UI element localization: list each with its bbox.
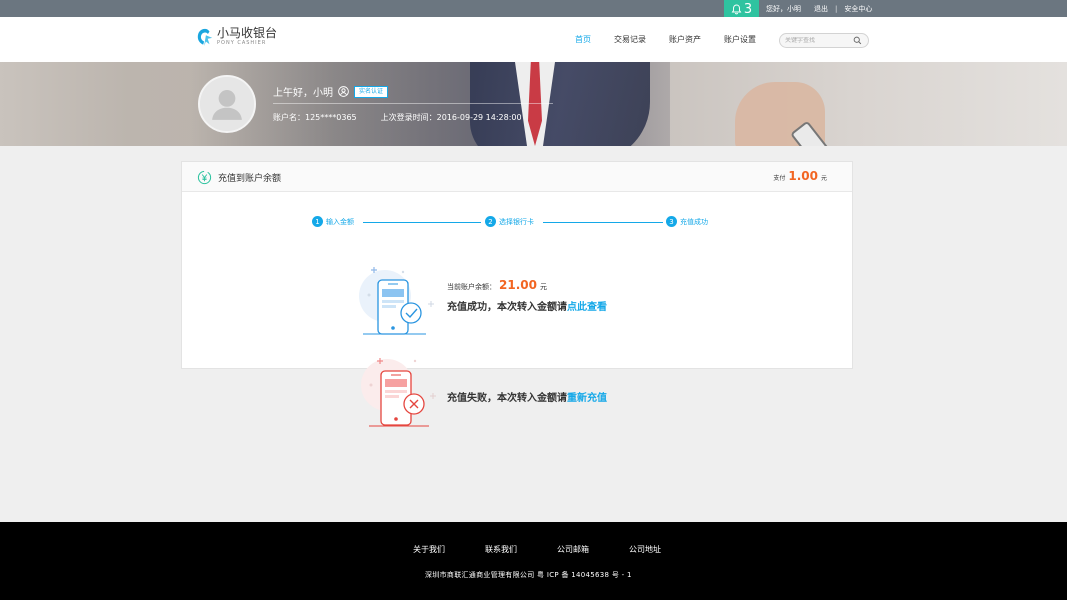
- logo-subtitle: PONY CASHIER: [217, 40, 267, 46]
- step-label: 选择银行卡: [499, 217, 534, 226]
- balance-unit: 元: [539, 283, 547, 291]
- profile-greeting: 上午好，小明 实名认证: [273, 84, 389, 99]
- search-icon[interactable]: [853, 36, 862, 45]
- main-nav: 首页 交易记录 账户资产 账户设置: [575, 17, 779, 62]
- user-greeting: 您好，小明: [766, 4, 801, 13]
- default-avatar-icon: [200, 77, 254, 131]
- logo[interactable]: 小马收银台 PONY CASHIER: [196, 27, 277, 47]
- failure-message-text: 充值失败，本次转入金额请: [447, 393, 567, 404]
- footer-copyright: 深圳市商联汇通商业管理有限公司 粤 ICP 备 14045638 号 - 1: [425, 571, 632, 579]
- pay-amount: 1.00: [788, 169, 818, 183]
- nav-transactions[interactable]: 交易记录: [614, 34, 646, 45]
- yuan-circle-icon: [197, 170, 212, 185]
- security-center-link[interactable]: 安全中心: [844, 4, 872, 14]
- balance-label: 当前账户余额：: [447, 283, 496, 291]
- success-message: 充值成功，本次转入金额请点此查看: [447, 298, 607, 313]
- step-label: 输入金额: [326, 217, 354, 226]
- pony-logo-icon: [197, 28, 213, 46]
- panel-header: 充值到账户余额 支付 1.00 元: [182, 162, 852, 192]
- progress-steps: 1 输入金额 2 选择银行卡 3 充值成功: [312, 216, 712, 229]
- footer-links: 关于我们 联系我们 公司邮箱 公司地址: [413, 544, 661, 555]
- search-box: [779, 33, 869, 48]
- nav-settings[interactable]: 账户设置: [724, 34, 756, 45]
- footer-contact-link[interactable]: 联系我们: [485, 544, 517, 555]
- view-details-link[interactable]: 点此查看: [567, 302, 607, 313]
- balance-amount: 21.00: [499, 278, 537, 292]
- step-number: 1: [312, 216, 323, 227]
- failure-message: 充值失败，本次转入金额请重新充值: [447, 389, 607, 404]
- top-links: 您好，小明 退出 | 安全中心: [766, 0, 872, 17]
- phone-failure-icon: [361, 358, 436, 427]
- panel-title-text: 充值到账户余额: [218, 174, 282, 184]
- last-login: 上次登录时间：2016-09-29 14:28:00: [380, 113, 522, 122]
- account-name: 账户名：125****0365: [273, 113, 357, 122]
- step-1: 1 输入金额: [312, 216, 354, 227]
- success-result: 当前账户余额： 21.00 元 充值成功，本次转入金额请点此查看: [447, 278, 607, 313]
- nav-home[interactable]: 首页: [575, 34, 591, 45]
- logo-title: 小马收银台: [217, 26, 278, 40]
- pay-unit: 元: [820, 175, 827, 182]
- step-connector: [543, 222, 663, 223]
- pay-label: 支付: [773, 175, 786, 182]
- step-number: 2: [485, 216, 496, 227]
- main-header: 小马收银台 PONY CASHIER 首页 交易记录 账户资产 账户设置: [0, 17, 1067, 62]
- footer-about-link[interactable]: 关于我们: [413, 544, 445, 555]
- recharge-again-link[interactable]: 重新充值: [567, 393, 607, 404]
- recharge-panel: 充值到账户余额 支付 1.00 元: [181, 161, 853, 369]
- phone-success-icon: [359, 267, 434, 335]
- pay-summary: 支付 1.00 元: [773, 169, 827, 183]
- profile-divider: [273, 103, 553, 104]
- banner-suit-image: [470, 62, 650, 146]
- step-connector: [363, 222, 481, 223]
- profile-info: 账户名：125****0365 上次登录时间：2016-09-29 14:28:…: [273, 112, 522, 123]
- top-utility-bar: [0, 0, 1067, 17]
- step-2: 2 选择银行卡: [485, 216, 534, 227]
- bell-icon: [731, 4, 742, 15]
- top-separator: |: [835, 4, 838, 13]
- footer: 关于我们 联系我们 公司邮箱 公司地址 深圳市商联汇通商业管理有限公司 粤 IC…: [0, 522, 1067, 600]
- footer-email-link[interactable]: 公司邮箱: [557, 544, 589, 555]
- search-input[interactable]: [785, 37, 853, 44]
- profile-banner: [0, 62, 1067, 146]
- step-label: 充值成功: [680, 217, 708, 226]
- step-number: 3: [666, 216, 677, 227]
- user-circle-icon: [338, 86, 349, 97]
- greeting-text: 上午好，小明: [273, 88, 333, 99]
- footer-address-link[interactable]: 公司地址: [629, 544, 661, 555]
- logout-link[interactable]: 退出: [814, 4, 828, 14]
- success-message-text: 充值成功，本次转入金额请: [447, 302, 567, 313]
- step-3: 3 充值成功: [666, 216, 708, 227]
- failure-result: 充值失败，本次转入金额请重新充值: [447, 389, 607, 404]
- panel-title: 充值到账户余额: [197, 170, 281, 185]
- avatar[interactable]: [198, 75, 256, 133]
- notification-count: 3: [743, 2, 753, 17]
- nav-assets[interactable]: 账户资产: [669, 34, 701, 45]
- verified-badge[interactable]: 实名认证: [354, 85, 389, 98]
- balance-line: 当前账户余额： 21.00 元: [447, 278, 607, 292]
